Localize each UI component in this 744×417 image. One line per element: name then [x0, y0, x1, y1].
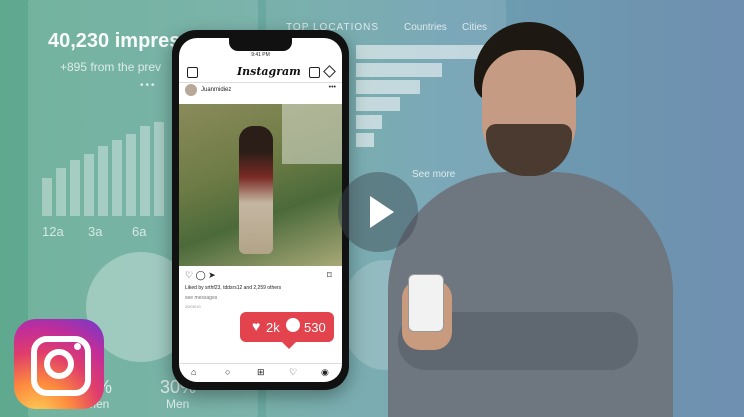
post-username[interactable]: Juanmidiez [201, 87, 231, 93]
time-tick: 3a [88, 224, 103, 239]
impressions-bar-chart [42, 120, 172, 216]
bar [56, 168, 66, 216]
heart-icon: ♥ [252, 318, 261, 334]
comments-count: 530 [304, 320, 326, 335]
bar [98, 146, 108, 216]
bar [70, 160, 80, 216]
heart-icon[interactable]: ♡ [289, 367, 297, 378]
bar [84, 154, 94, 216]
instagram-wordmark: Instagram [237, 65, 301, 78]
search-icon[interactable]: ○ [225, 367, 230, 377]
post-date: 25/05/19 [185, 304, 201, 309]
bar [154, 122, 164, 216]
add-icon[interactable]: ⊞ [257, 367, 265, 378]
presenter-photo [388, 12, 673, 417]
see-messages-link[interactable]: see messages [185, 295, 217, 301]
send-icon[interactable] [323, 65, 336, 78]
photo-subject [239, 126, 273, 254]
bar [140, 126, 150, 216]
bar [356, 115, 382, 129]
presenter-beard [486, 124, 572, 176]
instagram-header: Instagram [179, 62, 342, 83]
presenter-phone [408, 274, 444, 332]
time-tick: 12a [42, 224, 64, 239]
more-options-icon[interactable]: ••• [329, 84, 336, 91]
avatar[interactable] [185, 84, 197, 96]
impressions-count: 40,230 impres [48, 30, 181, 52]
post-photo[interactable] [179, 104, 342, 266]
bar [112, 140, 122, 216]
time-tick: 6a [132, 224, 147, 239]
instagram-logo-icon [14, 319, 104, 409]
liked-by-text[interactable]: Liked by srthf23, tddsrs12 and 2,259 oth… [185, 285, 281, 291]
bar [356, 133, 374, 147]
bar [126, 134, 136, 216]
pager-dots: ••• [140, 80, 157, 91]
home-icon[interactable]: ⌂ [191, 367, 196, 377]
post-actions[interactable]: ♡ ◯ ➤ [185, 270, 216, 281]
camera-icon[interactable] [187, 67, 198, 78]
phone-notch [229, 38, 292, 51]
profile-icon[interactable]: ◉ [321, 367, 329, 378]
tv-icon[interactable] [309, 67, 320, 78]
logo-flash [74, 343, 81, 350]
bookmark-icon[interactable]: ⌑ [327, 270, 332, 281]
engagement-badge: ♥ 2k 530 [240, 312, 334, 349]
photo-sky [282, 104, 342, 164]
play-icon[interactable] [338, 172, 418, 252]
status-time: 9:41 PM [251, 52, 270, 58]
bottom-nav: ⌂ ○ ⊞ ♡ ◉ [179, 363, 342, 382]
logo-lens [44, 349, 74, 379]
gender-label: Men [166, 397, 190, 411]
likes-count: 2k [266, 320, 280, 335]
comment-icon [286, 318, 300, 332]
impressions-delta: +895 from the prev [60, 60, 162, 74]
bar [42, 178, 52, 216]
